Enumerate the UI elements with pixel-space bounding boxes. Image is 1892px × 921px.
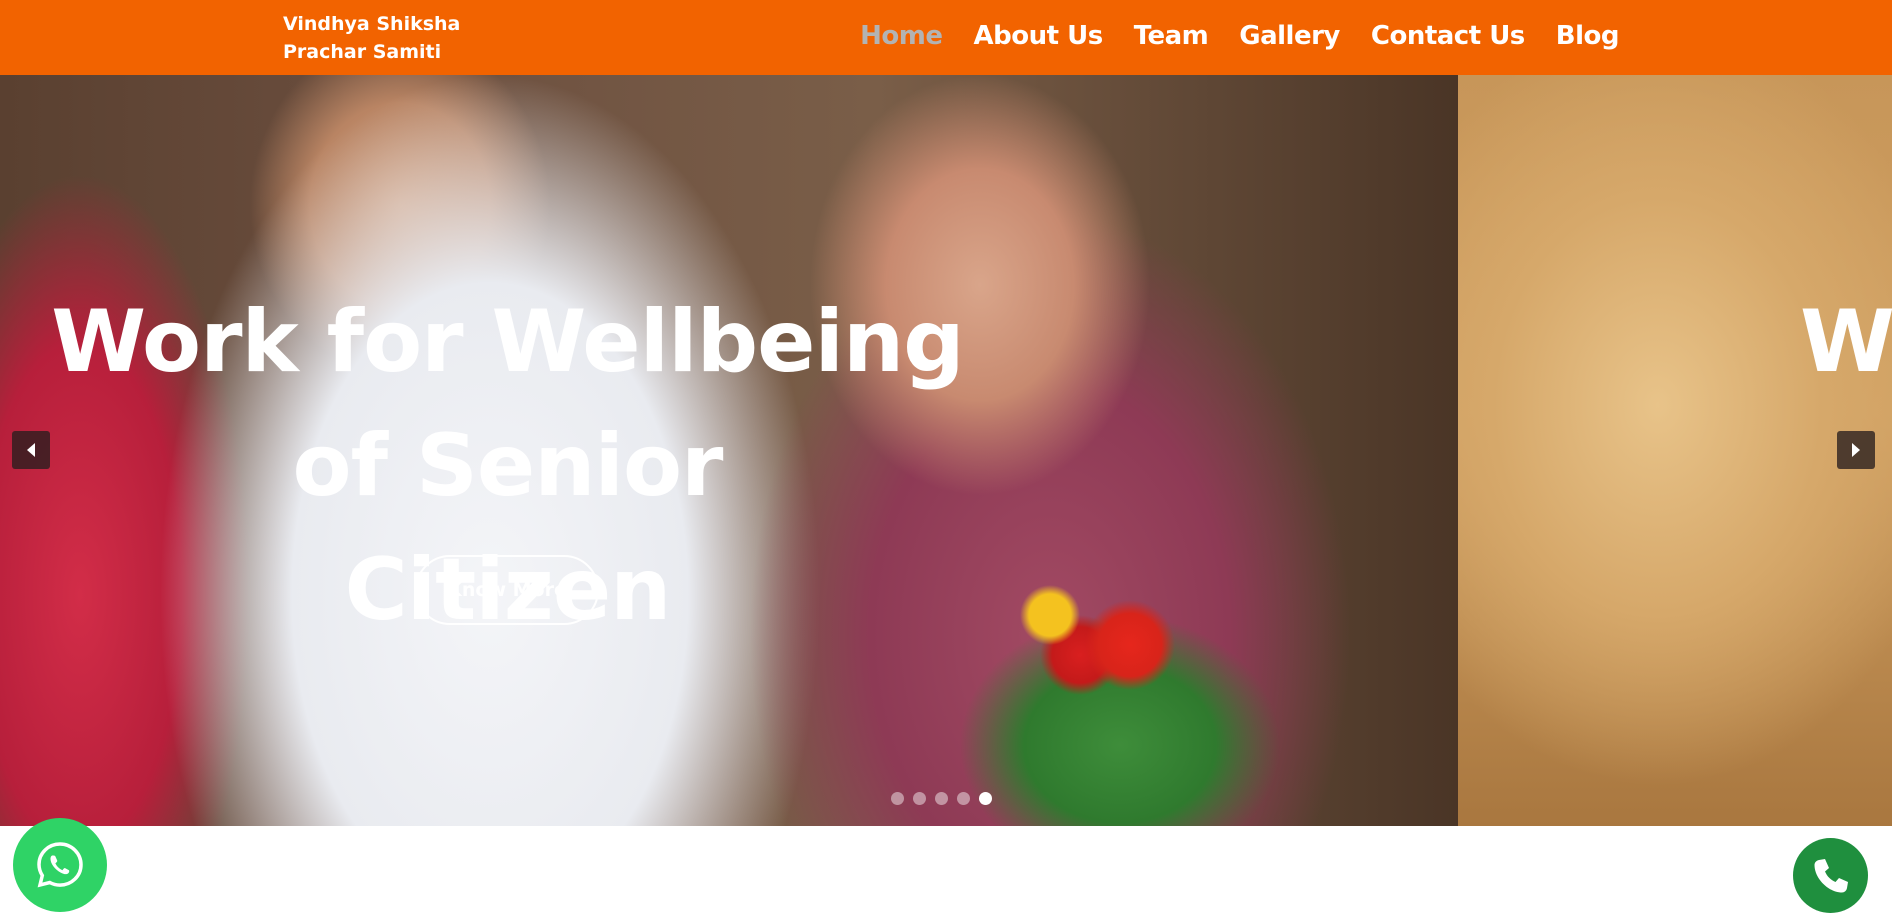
site-brand[interactable]: Vindhya Shiksha Prachar Samiti [283, 10, 483, 66]
slider-dot-5[interactable] [979, 792, 992, 805]
whatsapp-button[interactable] [13, 818, 107, 912]
site-header: Vindhya Shiksha Prachar Samiti Home Abou… [0, 0, 1892, 75]
nav-home[interactable]: Home [860, 18, 943, 54]
know-more-button[interactable]: Know More [415, 555, 599, 625]
nav-about-us[interactable]: About Us [974, 18, 1104, 54]
brand-line-2: Prachar Samiti [283, 41, 442, 63]
call-button[interactable] [1793, 838, 1868, 913]
brand-line-1: Vindhya Shiksha [283, 13, 461, 35]
next-slide-title: W [1800, 292, 1892, 392]
chevron-left-icon [27, 443, 35, 457]
slider-dot-4[interactable] [957, 792, 970, 805]
next-slide-image [1458, 75, 1892, 826]
nav-blog[interactable]: Blog [1556, 18, 1620, 54]
slider-dot-3[interactable] [935, 792, 948, 805]
slider-dot-1[interactable] [891, 792, 904, 805]
nav-team[interactable]: Team [1134, 18, 1209, 54]
nav-gallery[interactable]: Gallery [1239, 18, 1340, 54]
hero-title-line-1: Work for Wellbeing of Senior [51, 292, 965, 516]
nav-contact-us[interactable]: Contact Us [1371, 18, 1525, 54]
slider-next-button[interactable] [1837, 431, 1875, 469]
slider-prev-button[interactable] [12, 431, 50, 469]
main-nav: Home About Us Team Gallery Contact Us Bl… [829, 18, 1619, 54]
slider-dots [891, 792, 992, 805]
hero-slider: Work for Wellbeing of Senior Citizen W K… [0, 75, 1892, 826]
phone-icon [1814, 858, 1848, 892]
slider-dot-2[interactable] [913, 792, 926, 805]
whatsapp-icon [37, 842, 83, 888]
chevron-right-icon [1852, 443, 1860, 457]
